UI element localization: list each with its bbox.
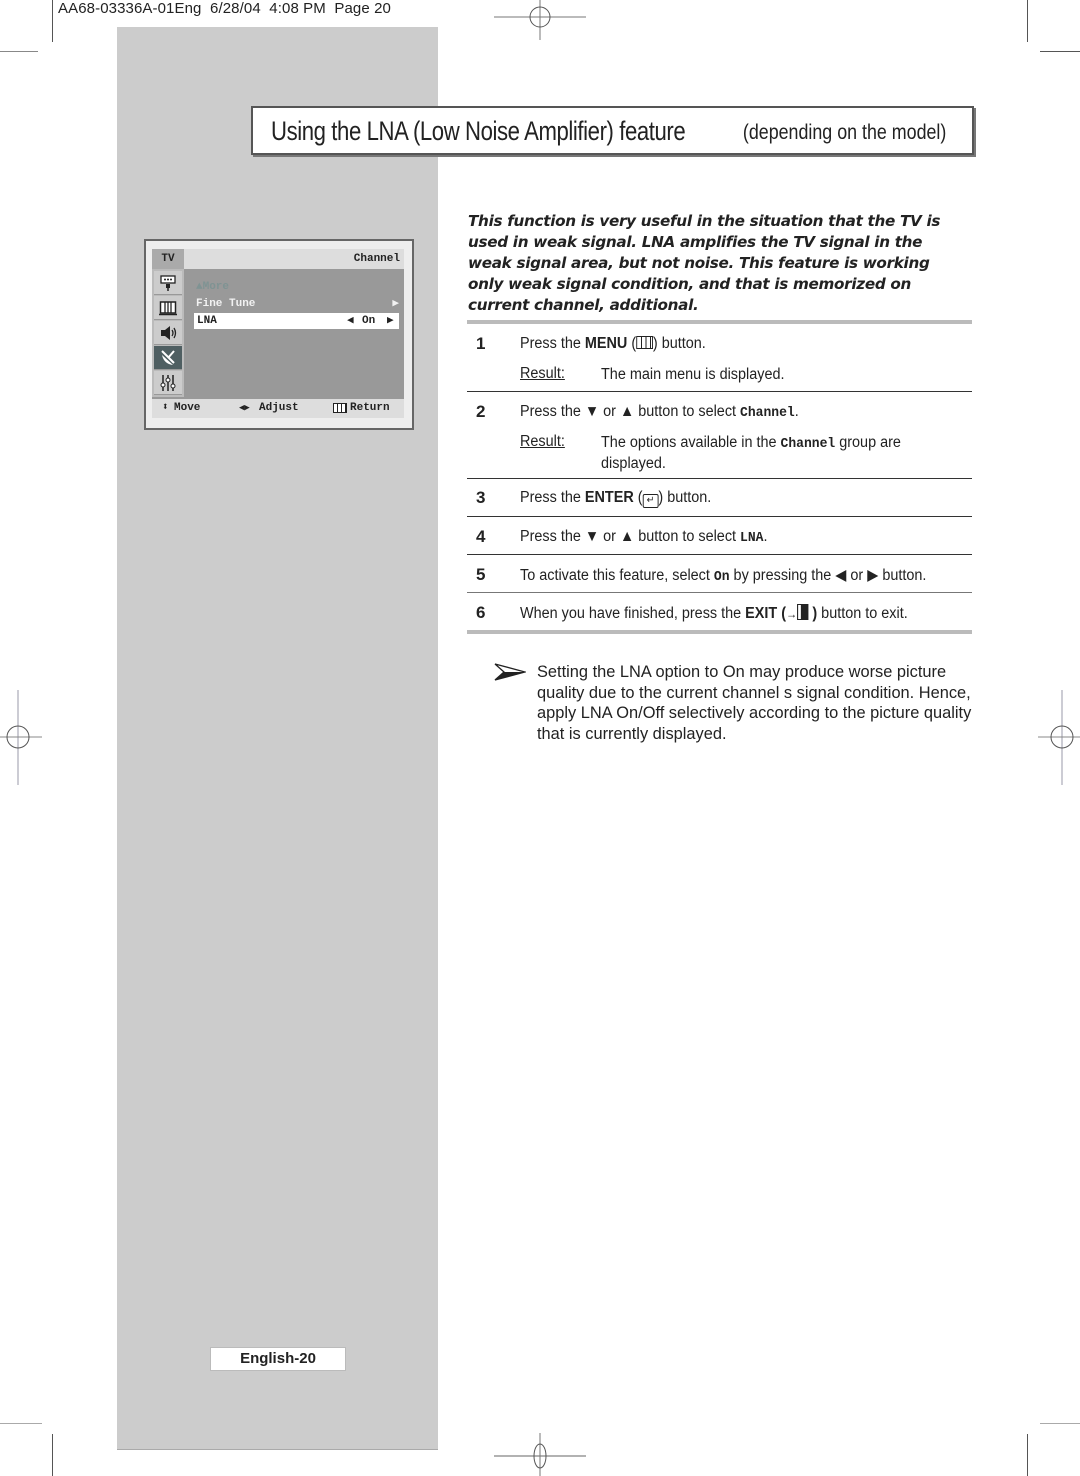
crop-mark: [1027, 1434, 1028, 1476]
intro-paragraph: This function is very useful in the situ…: [468, 212, 941, 314]
triangle-right-icon: ▶: [387, 315, 394, 327]
step-2-result: The options available in the Channel gro…: [601, 434, 901, 472]
osd-side-menu: [152, 269, 184, 397]
crop-mark: [0, 1423, 42, 1424]
step-number: 4: [476, 527, 486, 546]
divider: [467, 478, 972, 479]
registration-mark-top: [494, 0, 586, 40]
registration-mark-right: [1038, 690, 1080, 785]
osd-lna-value: On: [362, 315, 376, 327]
divider: [467, 391, 972, 392]
step-number: 5: [476, 565, 486, 584]
triangle-left-icon: ◀: [347, 315, 354, 327]
osd-screenshot: TV Channel ▲More Fine Tune ▶ LNA ◀ On ▶ …: [144, 239, 414, 430]
step-3-text: Press the ENTER (↵) button.: [520, 489, 712, 508]
step-6-text: When you have finished, press the EXIT (…: [520, 604, 908, 622]
result-label: Result:: [520, 365, 565, 382]
step-number: 1: [476, 334, 486, 353]
updown-icon: ⬍: [162, 402, 169, 414]
crop-mark: [52, 0, 53, 42]
note-arrow-icon: [494, 663, 526, 681]
step-number: 2: [476, 402, 486, 421]
step-1-text: Press the MENU () button.: [520, 335, 706, 352]
title-box: Using the LNA (Low Noise Amplifier) feat…: [251, 106, 974, 155]
crop-mark: [1040, 1423, 1080, 1424]
osd-footer: ⬍ Move ◀▶ Adjust Return: [152, 399, 404, 418]
step-1-result: The main menu is displayed.: [601, 366, 785, 383]
enter-icon: ↵: [642, 494, 659, 508]
osd-menu: TV Channel ▲More Fine Tune ▶ LNA ◀ On ▶ …: [152, 249, 404, 418]
triangle-right-icon: ▶: [392, 298, 399, 310]
divider: [467, 554, 972, 555]
step-4-text: Press the ▼ or ▲ button to select LNA.: [520, 528, 768, 546]
crop-mark: [1027, 0, 1028, 42]
step-number: 6: [476, 603, 486, 622]
menu-icon: [333, 403, 347, 413]
osd-top-bar: TV Channel: [152, 249, 404, 269]
setup-icon[interactable]: [154, 371, 182, 395]
osd-item-more[interactable]: ▲More: [196, 279, 229, 295]
osd-tv-label: TV: [152, 249, 184, 269]
osd-item-lna[interactable]: LNA ◀ On ▶: [194, 313, 399, 329]
page-subtitle: (depending on the model): [742, 121, 946, 144]
sound-icon[interactable]: [154, 321, 182, 345]
step-5-text: To activate this feature, select On by p…: [520, 567, 927, 585]
page-number: English-20: [210, 1347, 346, 1371]
input-icon[interactable]: [154, 271, 182, 295]
step-number: 3: [476, 488, 486, 507]
picture-icon[interactable]: [154, 296, 182, 320]
crop-mark: [1040, 51, 1080, 52]
step-2-text: Press the ▼ or ▲ button to select Channe…: [520, 403, 799, 421]
print-header: AA68-03336A-01Eng 6/28/04 4:08 PM Page 2…: [58, 0, 391, 17]
note-text: Setting the LNA option to On may produce…: [537, 663, 972, 744]
crop-mark: [52, 1434, 53, 1476]
page-title: Using the LNA (Low Noise Amplifier) feat…: [271, 116, 686, 146]
leftright-icon: ◀▶: [239, 403, 250, 413]
divider: [467, 516, 972, 517]
crop-mark: [0, 51, 38, 52]
osd-menu-title: Channel: [353, 253, 400, 265]
divider: [467, 630, 972, 634]
divider: [467, 592, 972, 593]
osd-item-fine-tune[interactable]: Fine Tune ▶: [196, 296, 399, 312]
registration-mark-bottom: [494, 1433, 586, 1476]
triangle-up-icon: ▲: [196, 281, 203, 293]
divider: [467, 320, 972, 324]
result-label: Result:: [520, 433, 565, 450]
channel-icon[interactable]: [154, 346, 182, 370]
exit-icon: →: [786, 607, 798, 621]
menu-icon: [636, 336, 653, 349]
registration-mark-left: [0, 690, 42, 785]
